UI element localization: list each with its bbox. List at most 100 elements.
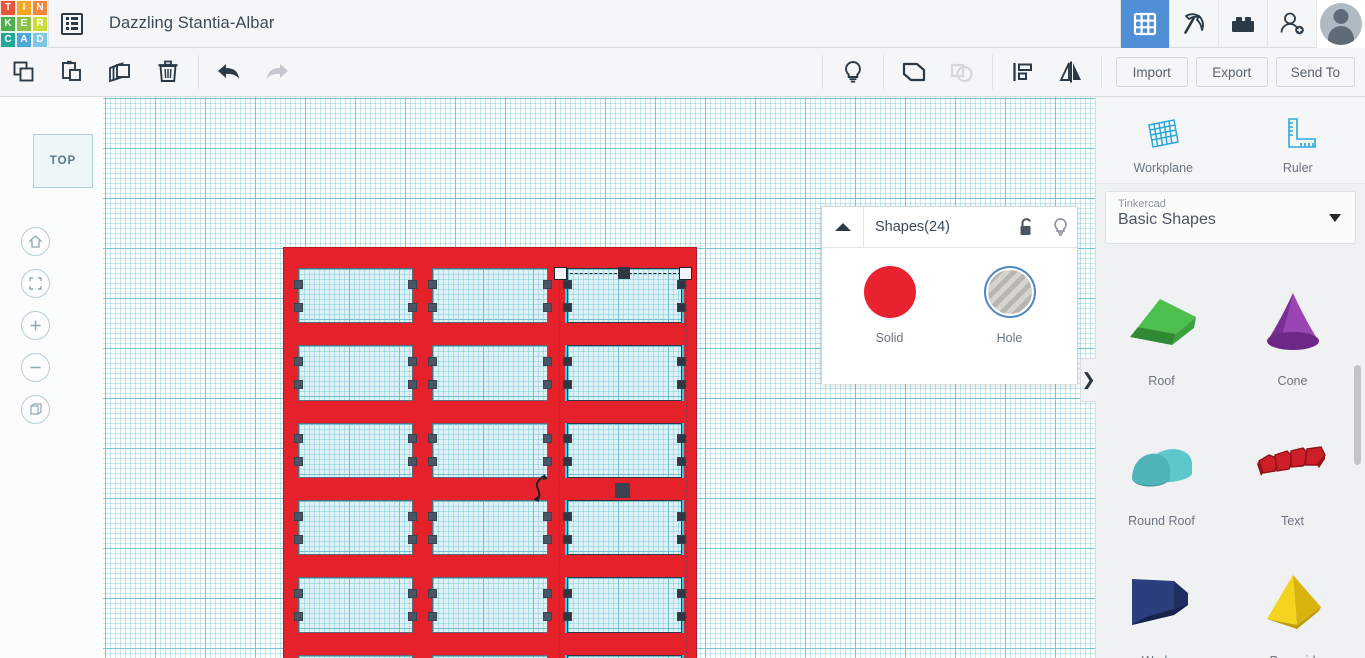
zoom-out-button[interactable] [21, 353, 50, 382]
toolbar-separator [991, 55, 993, 89]
workplane-icon [1148, 118, 1180, 148]
ruler-tool[interactable]: Ruler [1231, 97, 1365, 183]
tinkercad-logo[interactable]: T I N K E R C A D [0, 0, 48, 48]
add-user-icon[interactable] [1267, 0, 1316, 48]
export-button[interactable]: Export [1195, 57, 1268, 87]
home-view-button[interactable] [21, 227, 50, 256]
round-roof-icon [1114, 414, 1210, 510]
page-title[interactable]: Dazzling Stantia-Albar [109, 14, 274, 33]
fit-view-button[interactable] [21, 269, 50, 298]
shape-label: Pyramid [1270, 654, 1316, 658]
hole-cell[interactable] [294, 268, 418, 324]
perspective-toggle-button[interactable] [21, 395, 50, 424]
view-cube-label: TOP [49, 155, 77, 167]
brick-icon[interactable] [1218, 0, 1267, 48]
shape-label: Round Roof [1128, 514, 1195, 528]
hole-cell[interactable] [428, 268, 552, 324]
hole-cell-selected[interactable] [562, 345, 686, 401]
align-icon[interactable] [999, 48, 1047, 96]
hole-cell-selected[interactable] [562, 268, 686, 324]
shape-label: Cone [1277, 374, 1308, 388]
shape-cone[interactable]: Cone [1227, 257, 1358, 397]
shapes-library-panel: Workplane Ruler Tinkercad Basic Shapes R… [1095, 97, 1365, 658]
app-header: T I N K E R C A D Dazzling Stantia-Albar [0, 0, 1365, 48]
copy-icon[interactable] [0, 48, 48, 96]
rotate-handle[interactable] [530, 473, 552, 503]
solid-swatch [863, 266, 916, 318]
zoom-in-button[interactable] [21, 311, 50, 340]
chevron-down-icon [1329, 214, 1341, 222]
lightbulb-icon[interactable] [1043, 217, 1077, 238]
send-to-button[interactable]: Send To [1275, 57, 1355, 87]
shape-library-select[interactable]: Tinkercad Basic Shapes [1105, 191, 1356, 244]
project-menu-button[interactable] [49, 0, 95, 48]
mirror-icon[interactable] [1047, 48, 1095, 96]
hole-cell-selected[interactable] [562, 422, 686, 478]
lightbulb-icon[interactable] [829, 48, 877, 96]
shape-text[interactable]: Text [1227, 397, 1358, 537]
undo-icon[interactable] [205, 48, 253, 96]
workplane-tool[interactable]: Workplane [1096, 97, 1231, 183]
logo-tile: R [32, 15, 48, 32]
shapes-panel-header: Shapes(24) [822, 207, 1077, 248]
hole-cell-selected[interactable] [562, 577, 686, 633]
paste-icon[interactable] [48, 48, 96, 96]
panel-tools-row: Workplane Ruler [1096, 97, 1365, 184]
shape-label: Text [1281, 514, 1304, 528]
grid-apps-icon[interactable] [1120, 0, 1169, 48]
hole-cell-selected[interactable] [562, 499, 686, 556]
delete-icon[interactable] [144, 48, 192, 96]
hole-cell[interactable] [428, 345, 552, 401]
user-avatar-button[interactable] [1316, 0, 1365, 48]
cone-icon [1245, 274, 1341, 370]
shape-pyramid[interactable]: Pyramid [1227, 537, 1358, 658]
toolbar-separator [198, 55, 199, 89]
solid-label: Solid [875, 331, 904, 345]
hole-swatch [983, 266, 1036, 318]
shape-wedge[interactable]: Wedge [1096, 537, 1227, 658]
shapes-panel-title: Shapes(24) [875, 219, 950, 235]
hole-cell[interactable] [294, 577, 418, 633]
hole-option[interactable]: Hole [979, 266, 1041, 345]
hole-label: Hole [996, 331, 1023, 345]
hole-cell-selected[interactable] [566, 654, 682, 658]
hole-cell[interactable] [294, 345, 418, 401]
chevron-right-icon: ❯ [1081, 370, 1096, 389]
canvas-nav-buttons [21, 227, 50, 437]
hole-cell[interactable] [294, 422, 418, 478]
solid-option[interactable]: Solid [859, 266, 921, 345]
hole-cell[interactable] [428, 422, 552, 478]
toolbar-separator [1100, 55, 1102, 89]
panel-collapse-tab[interactable]: ❯ [1080, 358, 1096, 402]
toolbar-separator [882, 55, 884, 89]
header-actions [1120, 0, 1365, 48]
logo-tile: D [32, 31, 48, 48]
height-handle[interactable] [615, 483, 630, 498]
shape-round-roof[interactable]: Round Roof [1096, 397, 1227, 537]
group-icon[interactable] [890, 48, 938, 96]
import-button[interactable]: Import [1115, 57, 1188, 87]
hole-cell[interactable] [298, 654, 414, 658]
shapes-panel-body: Solid Hole [822, 248, 1077, 384]
hole-cell[interactable] [432, 654, 548, 658]
hole-cell[interactable] [428, 577, 552, 633]
avatar [1320, 2, 1362, 45]
panel-scrollbar-thumb[interactable] [1354, 365, 1361, 465]
text-icon [1245, 414, 1341, 510]
hole-cell[interactable] [428, 499, 552, 556]
shape-roof[interactable]: Roof [1096, 257, 1227, 397]
caret-up-icon[interactable] [822, 207, 864, 247]
design-canvas[interactable]: TOP Shapes(24) Solid Hole [0, 97, 1095, 658]
logo-tile: E [16, 15, 32, 32]
red-plate-with-holes[interactable] [283, 247, 697, 658]
pickaxe-icon[interactable] [1169, 0, 1218, 48]
view-cube[interactable]: TOP [33, 134, 93, 188]
hole-grid [284, 248, 696, 658]
ruler-label: Ruler [1282, 160, 1313, 175]
hole-cell[interactable] [294, 499, 418, 556]
unlock-icon[interactable] [1009, 217, 1043, 238]
ruler-icon [1287, 117, 1316, 148]
logo-tile: C [0, 31, 16, 48]
logo-tile: N [32, 0, 48, 16]
duplicate-icon[interactable] [96, 48, 144, 96]
